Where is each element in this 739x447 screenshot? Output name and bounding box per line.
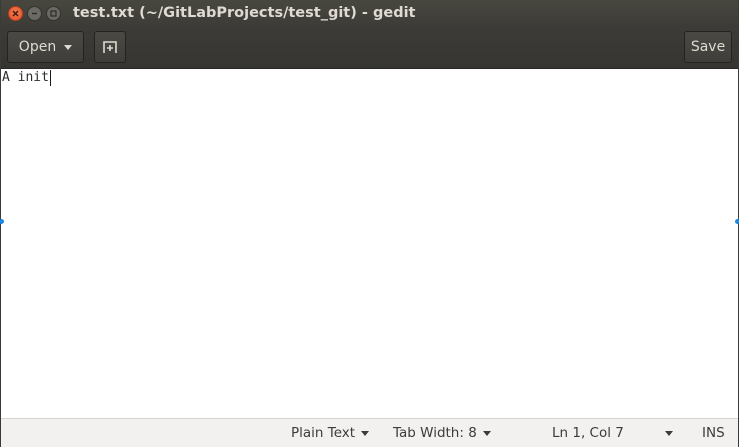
- gedit-window: test.txt (~/GitLabProjects/test_git) - g…: [0, 0, 739, 447]
- close-window-button[interactable]: [8, 6, 23, 21]
- window-title: test.txt (~/GitLabProjects/test_git) - g…: [73, 5, 416, 21]
- status-bar: Plain Text Tab Width: 8 Ln 1, Col 7 INS: [1, 418, 738, 447]
- text-editor-area[interactable]: A init: [1, 69, 738, 419]
- maximize-window-button[interactable]: [46, 6, 61, 21]
- save-button[interactable]: Save: [684, 31, 732, 63]
- tab-width-selector[interactable]: Tab Width: 8: [393, 425, 491, 441]
- insert-mode-indicator: INS: [702, 425, 725, 441]
- line-text: A init: [2, 70, 49, 85]
- chevron-down-icon: [361, 430, 370, 436]
- chevron-down-icon: [64, 44, 73, 50]
- title-bar[interactable]: test.txt (~/GitLabProjects/test_git) - g…: [1, 0, 738, 28]
- language-label: Plain Text: [291, 425, 356, 441]
- text-caret: [49, 70, 51, 86]
- tab-width-label: Tab Width: 8: [393, 425, 477, 441]
- cursor-position-selector[interactable]: Ln 1, Col 7: [552, 425, 673, 441]
- new-tab-button[interactable]: [94, 31, 126, 63]
- close-icon: [12, 10, 19, 17]
- language-selector[interactable]: Plain Text: [291, 425, 370, 441]
- open-button-label: Open: [18, 39, 57, 55]
- minimize-window-button[interactable]: [27, 6, 42, 21]
- chevron-down-icon: [482, 430, 491, 436]
- editor-line[interactable]: A init: [2, 70, 51, 86]
- chevron-down-icon: [664, 430, 673, 436]
- open-button[interactable]: Open: [7, 31, 84, 63]
- new-document-icon: [103, 41, 117, 53]
- minimize-icon: [32, 12, 37, 15]
- resize-handle-right[interactable]: [735, 219, 739, 224]
- cursor-position-label: Ln 1, Col 7: [552, 425, 624, 441]
- maximize-icon: [50, 10, 57, 17]
- header-bar: Open Save: [1, 28, 738, 69]
